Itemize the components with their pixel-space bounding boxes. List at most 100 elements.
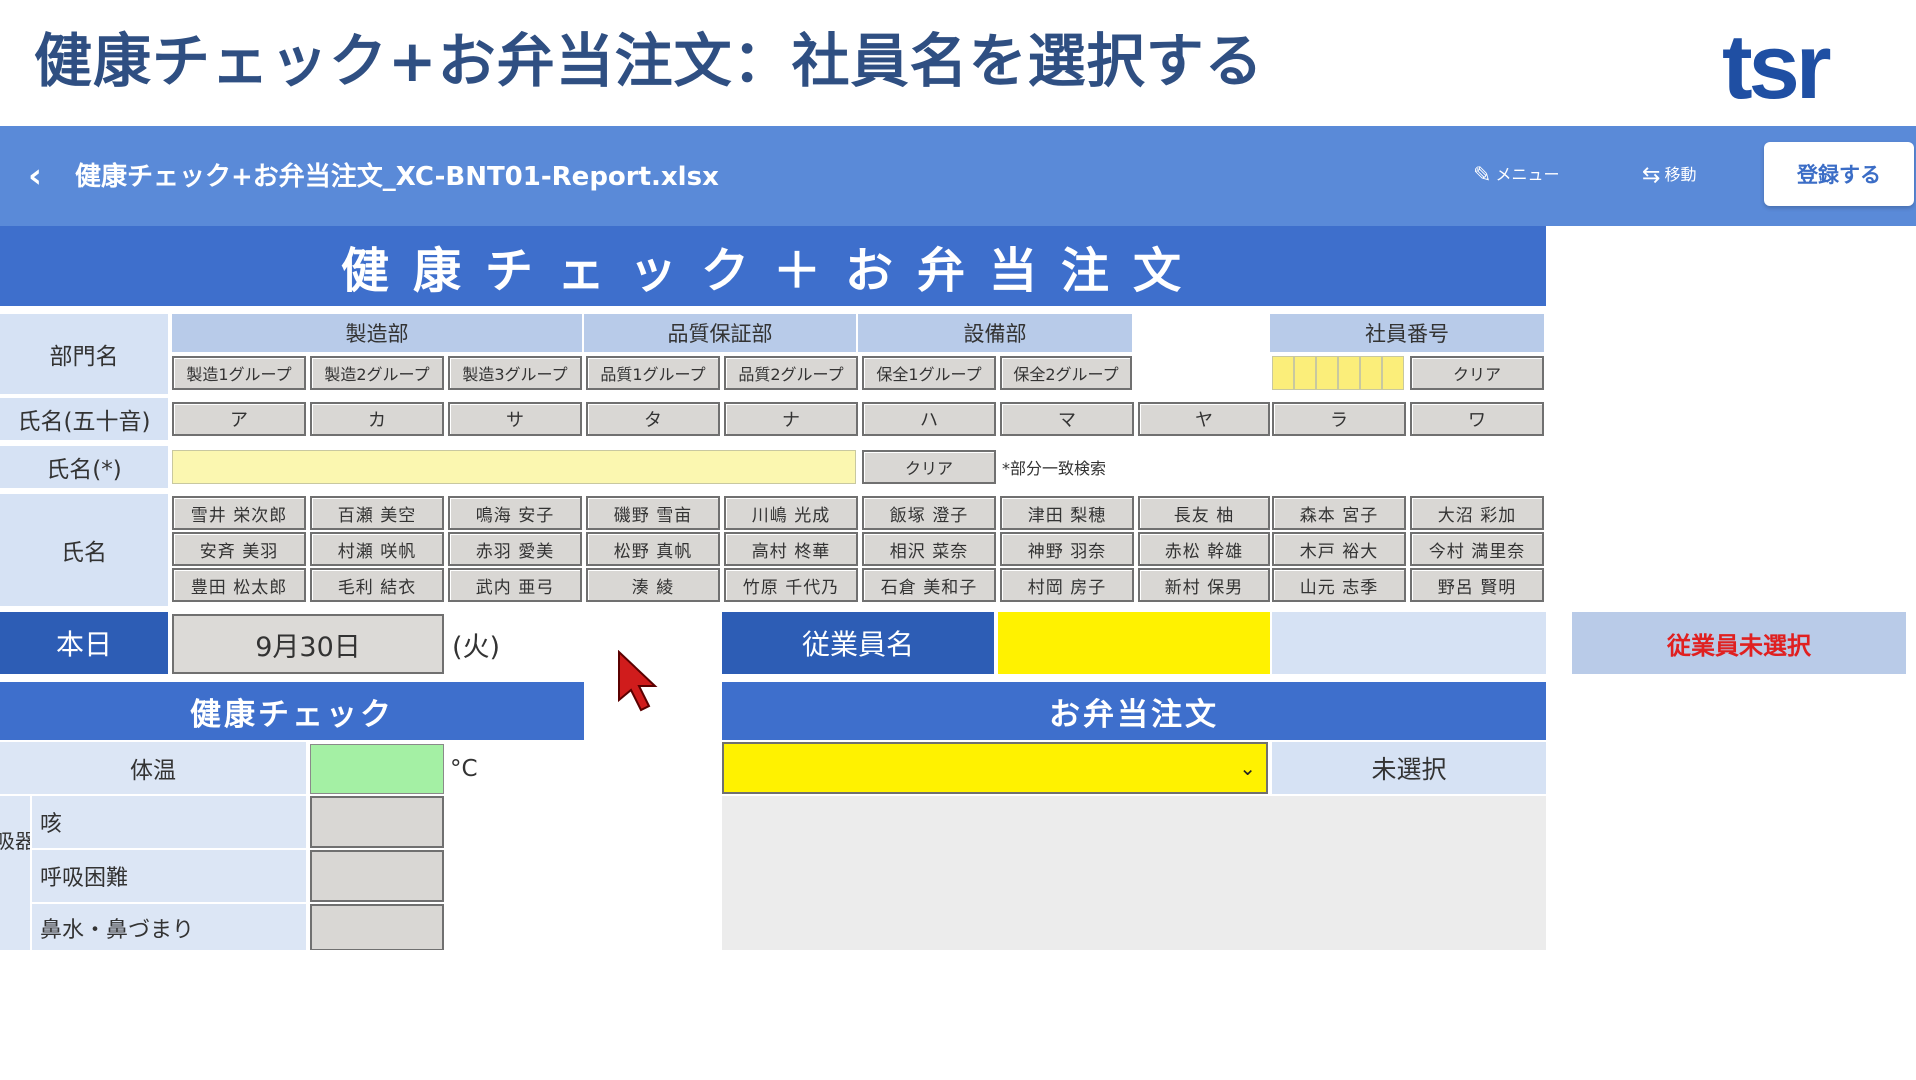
today-date: 9月30日 — [172, 614, 444, 674]
kana-button[interactable]: ヤ — [1138, 402, 1270, 436]
app-bar: ‹ 健康チェック+お弁当注文_XC-BNT01-Report.xlsx ✎ メニュ… — [0, 126, 1916, 226]
edit-icon: ✎ — [1473, 163, 1492, 188]
employee-name-button[interactable]: 大沼 彩加 — [1410, 496, 1544, 530]
employee-name-button[interactable]: 磯野 雪亩 — [586, 496, 720, 530]
kana-button[interactable]: ハ — [862, 402, 996, 436]
employee-name-button[interactable]: 赤松 幹雄 — [1138, 532, 1270, 566]
group-button[interactable]: 保全2グループ — [1000, 356, 1132, 390]
symptom-dyspnea-label: 呼吸困難 — [32, 850, 306, 902]
today-day-of-week: (火) — [452, 631, 501, 663]
employee-name-button[interactable]: 鳴海 安子 — [448, 496, 582, 530]
group-button[interactable]: 保全1グループ — [862, 356, 996, 390]
swap-arrows-icon: ⇆ — [1642, 163, 1661, 188]
symptom-cough-input[interactable] — [310, 796, 444, 848]
chevron-down-icon: ⌄ — [1239, 756, 1256, 780]
employee-name-button[interactable]: 森本 宮子 — [1272, 496, 1406, 530]
employee-name-button[interactable]: 相沢 菜奈 — [862, 532, 996, 566]
employee-name-button[interactable]: 百瀬 美空 — [310, 496, 444, 530]
kana-button[interactable]: サ — [448, 402, 582, 436]
names-label: 氏名 — [0, 494, 168, 606]
symptom-runny-nose-input[interactable] — [310, 904, 444, 951]
department-manufacturing[interactable]: 製造部 — [172, 314, 582, 352]
group-button[interactable]: 品質2グループ — [724, 356, 858, 390]
department-label: 部門名 — [0, 314, 168, 394]
employee-name-button[interactable]: 武内 亜弓 — [448, 568, 582, 602]
employee-name-button[interactable]: 雪井 栄次郎 — [172, 496, 306, 530]
chevron-left-icon[interactable]: ‹ — [28, 156, 42, 196]
employee-name-button[interactable]: 豊田 松太郎 — [172, 568, 306, 602]
move-label: 移動 — [1664, 165, 1697, 184]
employee-name-button[interactable]: 村岡 房子 — [1000, 568, 1134, 602]
spreadsheet-form: 健康チェック＋お弁当注文 部門名 製造部 品質保証部 設備部 社員番号 製造1グ… — [0, 226, 1916, 951]
employee-number-digit[interactable] — [1338, 356, 1360, 390]
employee-name-button[interactable]: 松野 真帆 — [586, 532, 720, 566]
kana-button[interactable]: ナ — [724, 402, 858, 436]
register-button[interactable]: 登録する — [1764, 142, 1914, 206]
employee-name-button[interactable]: 津田 梨穂 — [1000, 496, 1134, 530]
bento-select[interactable]: ⌄ — [722, 742, 1268, 794]
employee-number-label: 社員番号 — [1270, 314, 1544, 352]
employee-name-button[interactable]: 木戸 裕大 — [1272, 532, 1406, 566]
employee-name-button[interactable]: 毛利 結衣 — [310, 568, 444, 602]
name-search-input[interactable] — [172, 450, 856, 484]
kana-button[interactable]: カ — [310, 402, 444, 436]
slide-title: 健康チェック+お弁当注文：社員名を選択する — [34, 27, 1264, 95]
symptom-runny-nose-label: 鼻水・鼻づまり — [32, 904, 306, 951]
menu-label: メニュー — [1495, 165, 1560, 184]
employee-number-clear-button[interactable]: クリア — [1410, 356, 1544, 390]
bento-selection-status: 未選択 — [1272, 742, 1546, 794]
employee-name-label: 従業員名 — [722, 612, 994, 674]
kana-button[interactable]: タ — [586, 402, 720, 436]
employee-name-button[interactable]: 村瀬 咲帆 — [310, 532, 444, 566]
respiratory-group-label: 呼吸器系 — [0, 796, 30, 951]
employee-name-button[interactable]: 湊 綾 — [586, 568, 720, 602]
temperature-input[interactable] — [310, 744, 444, 794]
employee-name-button[interactable]: 安斉 美羽 — [172, 532, 306, 566]
group-button[interactable]: 製造2グループ — [310, 356, 444, 390]
department-quality[interactable]: 品質保証部 — [584, 314, 856, 352]
today-label: 本日 — [0, 612, 168, 674]
employee-name-button[interactable]: 石倉 美和子 — [862, 568, 996, 602]
employee-name-button[interactable]: 赤羽 愛美 — [448, 532, 582, 566]
employee-number-digit[interactable] — [1272, 356, 1294, 390]
kana-button[interactable]: ワ — [1410, 402, 1544, 436]
bento-order-header: お弁当注文 — [722, 682, 1546, 740]
kana-label: 氏名(五十音) — [0, 398, 168, 440]
employee-name-button[interactable]: 高村 柊華 — [724, 532, 858, 566]
kana-button[interactable]: ア — [172, 402, 306, 436]
employee-name-extra — [1272, 612, 1546, 674]
employee-name-button[interactable]: 山元 志季 — [1272, 568, 1406, 602]
employee-name-button[interactable]: 神野 羽奈 — [1000, 532, 1134, 566]
page-bottom — [0, 950, 1916, 1080]
employee-name-button[interactable]: 竹原 千代乃 — [724, 568, 858, 602]
employee-number-digit[interactable] — [1360, 356, 1382, 390]
menu-button[interactable]: ✎ メニュー — [1473, 161, 1559, 188]
employee-name-button[interactable]: 長友 柚 — [1138, 496, 1270, 530]
employee-name-field[interactable] — [998, 612, 1270, 674]
partial-match-note: *部分一致検索 — [1002, 459, 1107, 478]
employee-name-button[interactable]: 野呂 賢明 — [1410, 568, 1544, 602]
kana-button[interactable]: ラ — [1272, 402, 1406, 436]
department-facilities[interactable]: 設備部 — [858, 314, 1132, 352]
file-name: 健康チェック+お弁当注文_XC-BNT01-Report.xlsx — [75, 162, 719, 192]
group-button[interactable]: 製造1グループ — [172, 356, 306, 390]
employee-number-digit[interactable] — [1316, 356, 1338, 390]
employee-number-digit[interactable] — [1382, 356, 1404, 390]
employee-number-digit[interactable] — [1294, 356, 1316, 390]
employee-name-button[interactable]: 新村 保男 — [1138, 568, 1270, 602]
health-check-header: 健康チェック — [0, 682, 584, 740]
name-search-clear-button[interactable]: クリア — [862, 450, 996, 484]
employee-status: 従業員未選択 — [1572, 612, 1906, 674]
form-title: 健康チェック＋お弁当注文 — [0, 226, 1546, 306]
employee-name-button[interactable]: 飯塚 澄子 — [862, 496, 996, 530]
symptom-cough-label: 咳 — [32, 796, 306, 848]
employee-name-button[interactable]: 川嶋 光成 — [724, 496, 858, 530]
group-button[interactable]: 品質1グループ — [586, 356, 720, 390]
kana-button[interactable]: マ — [1000, 402, 1134, 436]
name-search-label: 氏名(*) — [0, 446, 168, 488]
symptom-dyspnea-input[interactable] — [310, 850, 444, 902]
employee-name-button[interactable]: 今村 満里奈 — [1410, 532, 1544, 566]
group-button[interactable]: 製造3グループ — [448, 356, 582, 390]
move-button[interactable]: ⇆ 移動 — [1642, 161, 1696, 188]
bento-order-area — [722, 796, 1546, 951]
